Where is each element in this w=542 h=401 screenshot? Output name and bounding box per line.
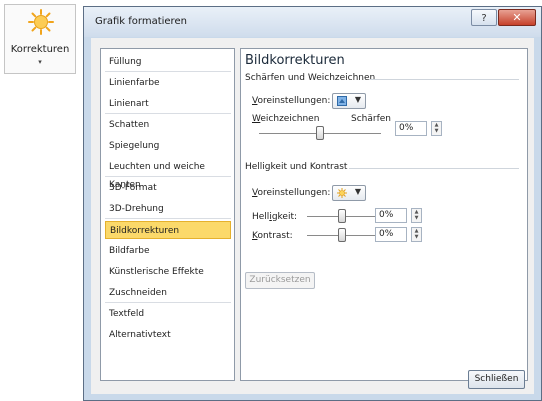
dialog-client-area: Füllung Linienfarbe Linienart Schatten S… — [91, 38, 534, 394]
sharpen-value-input[interactable]: 0% — [395, 121, 427, 136]
nav-item-linienfarbe[interactable]: Linienfarbe — [105, 74, 231, 92]
nav-item-bildfarbe[interactable]: Bildfarbe — [105, 242, 231, 260]
brightness-slider-thumb[interactable] — [337, 209, 346, 223]
divider — [349, 168, 519, 169]
nav-item-fuellung[interactable]: Füllung — [105, 53, 231, 71]
brightness-presets-label: Voreinstellungen: — [252, 188, 331, 198]
contrast-value-input[interactable]: 0% — [375, 227, 407, 242]
divider — [369, 79, 519, 80]
format-picture-dialog: Grafik formatieren ? ✕ Füllung Linienfar… — [83, 6, 542, 401]
divider — [105, 302, 231, 303]
sharpen-label: Schärfen — [351, 114, 391, 124]
korrekturen-label: Korrekturen — [10, 44, 70, 55]
reset-button[interactable]: Zurücksetzen — [245, 272, 315, 289]
nav-item-zuschneiden[interactable]: Zuschneiden — [105, 284, 231, 302]
nav-item-alternativtext[interactable]: Alternativtext — [105, 326, 231, 344]
contrast-spinner[interactable]: ▲ ▼ — [411, 227, 422, 242]
nav-item-bildkorrekturen[interactable]: Bildkorrekturen — [105, 221, 231, 239]
brightness-spinner[interactable]: ▲ ▼ — [411, 208, 422, 223]
sun-icon — [28, 9, 54, 35]
chevron-down-icon: ▼ — [354, 187, 361, 196]
dialog-title: Grafik formatieren — [95, 16, 187, 27]
chevron-down-icon: ▼ — [354, 95, 361, 104]
nav-item-spiegelung[interactable]: Spiegelung — [105, 137, 231, 155]
chevron-down-icon: ▾ — [38, 58, 42, 66]
sharpen-presets-dropdown[interactable]: ▼ — [332, 93, 366, 109]
contrast-slider-thumb[interactable] — [337, 228, 346, 242]
spin-down-icon[interactable]: ▼ — [432, 128, 441, 134]
close-button[interactable]: Schließen — [468, 370, 525, 389]
divider — [105, 176, 231, 177]
soften-label: Weichzeichnen — [252, 114, 320, 124]
contrast-label: Kontrast: — [252, 231, 293, 241]
sharpen-presets-label: Voreinstellungen: — [252, 96, 331, 106]
brightness-presets-dropdown[interactable]: ▼ — [332, 185, 366, 201]
brightness-value-input[interactable]: 0% — [375, 208, 407, 223]
nav-item-schatten[interactable]: Schatten — [105, 116, 231, 134]
panel-title: Bildkorrekturen — [245, 53, 345, 68]
nav-item-leuchten[interactable]: Leuchten und weiche Kanten — [105, 158, 231, 190]
korrekturen-ribbon-button[interactable]: Korrekturen ▾ — [4, 4, 76, 74]
sharpen-slider-thumb[interactable] — [316, 126, 324, 140]
nav-item-linienart[interactable]: Linienart — [105, 95, 231, 113]
divider — [105, 218, 231, 219]
nav-item-textfeld[interactable]: Textfeld — [105, 305, 231, 323]
sharpen-spinner[interactable]: ▲ ▼ — [431, 121, 442, 136]
nav-item-3d-format[interactable]: 3D-Format — [105, 179, 231, 197]
nav-item-kuenstlerische-effekte[interactable]: Künstlerische Effekte — [105, 263, 231, 281]
brightness-section-label: Helligkeit und Kontrast — [245, 162, 348, 172]
sharpen-preset-icon — [337, 96, 347, 106]
divider — [105, 113, 231, 114]
sun-icon — [337, 188, 347, 198]
category-list: Füllung Linienfarbe Linienart Schatten S… — [100, 48, 235, 381]
help-button[interactable]: ? — [471, 9, 497, 26]
dialog-titlebar[interactable]: Grafik formatieren ? ✕ — [84, 7, 541, 37]
picture-corrections-panel: Bildkorrekturen Schärfen und Weichzeichn… — [240, 48, 528, 381]
spin-down-icon[interactable]: ▼ — [412, 234, 421, 240]
close-icon[interactable]: ✕ — [498, 9, 536, 26]
divider — [105, 71, 231, 72]
spin-down-icon[interactable]: ▼ — [412, 215, 421, 221]
sharpen-section-label: Schärfen und Weichzeichnen — [245, 73, 376, 83]
brightness-label: Helligkeit: — [252, 212, 298, 222]
nav-item-3d-drehung[interactable]: 3D-Drehung — [105, 200, 231, 218]
